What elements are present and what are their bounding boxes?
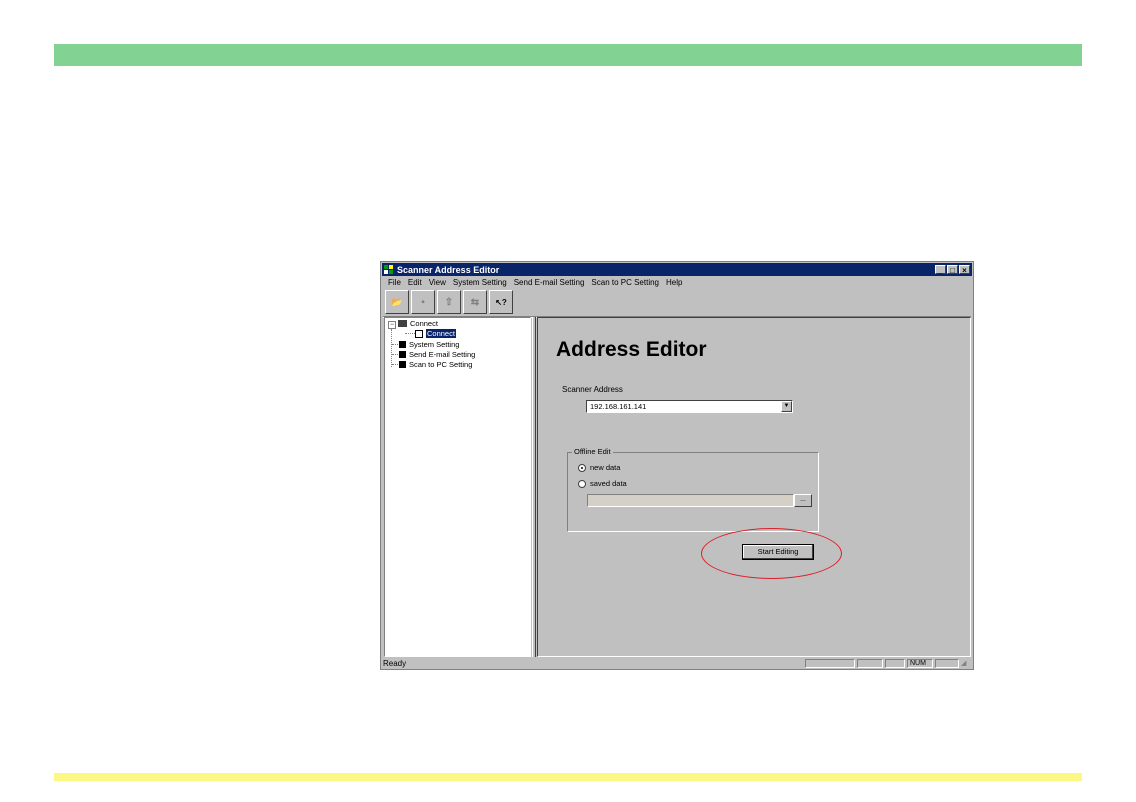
app-window: Scanner Address Editor _ □ × File Edit V… [380, 261, 974, 670]
book-icon [399, 341, 406, 348]
menu-bar: File Edit View System Setting Send E-mai… [383, 277, 971, 288]
toolbar: 📂 ▪ ⇧ ⇆ ↖? [385, 290, 513, 314]
tree-line [391, 329, 392, 367]
minimize-button[interactable]: _ [935, 265, 946, 275]
status-panel [805, 658, 855, 668]
menu-edit[interactable]: Edit [408, 278, 422, 287]
tree-line [392, 344, 398, 345]
tree-item-connect-root[interactable]: Connect [398, 319, 438, 328]
browse-button[interactable]: ... [794, 494, 812, 507]
resize-grip-icon[interactable]: ◢ [961, 659, 971, 667]
status-bar: Ready NUM ◢ [383, 658, 971, 668]
radio-unselected-icon [578, 479, 586, 488]
tree-item-scan-to-pc-setting[interactable]: Scan to PC Setting [399, 360, 472, 369]
main-pane: Address Editor Scanner Address 192.168.1… [537, 317, 971, 657]
title-bar[interactable]: Scanner Address Editor _ □ × [382, 263, 972, 276]
tree-view[interactable]: − Connect Connect System Setting Send E-… [384, 317, 531, 657]
radio-saved-data[interactable]: saved data [578, 479, 627, 488]
computer-icon [398, 320, 407, 327]
bottom-yellow-band [54, 773, 1082, 781]
help-button[interactable]: ↖? [489, 290, 513, 314]
scanner-address-value: 192.168.161.141 [590, 402, 647, 411]
open-folder-icon: 📂 [391, 296, 403, 307]
status-panel [857, 658, 883, 668]
tree-item-connect-child[interactable]: Connect [415, 329, 456, 338]
tree-line [392, 354, 398, 355]
transfer-icon: ⇆ [470, 296, 480, 308]
save-button[interactable]: ▪ [411, 290, 435, 314]
open-button[interactable]: 📂 [385, 290, 409, 314]
scanner-address-label: Scanner Address [562, 385, 623, 394]
close-button[interactable]: × [959, 265, 970, 275]
pane-splitter[interactable] [532, 317, 536, 657]
menu-system-setting[interactable]: System Setting [453, 278, 507, 287]
status-panel [935, 658, 959, 668]
book-icon [399, 351, 406, 358]
offline-edit-title: Offline Edit [572, 447, 613, 456]
status-message: Ready [383, 658, 407, 668]
saved-data-path-input[interactable] [587, 494, 794, 507]
radio-selected-icon [578, 463, 586, 472]
app-icon [384, 264, 394, 275]
edit-document-icon [415, 329, 423, 338]
tree-line [405, 333, 415, 334]
maximize-button[interactable]: □ [947, 265, 958, 275]
highlight-ellipse [701, 528, 842, 579]
status-panel [885, 658, 905, 668]
num-lock-indicator: NUM [907, 658, 933, 668]
menu-view[interactable]: View [429, 278, 446, 287]
scanner-address-combobox[interactable]: 192.168.161.141 ▼ [586, 400, 793, 413]
collapse-toggle-icon[interactable]: − [388, 321, 396, 329]
tree-line [392, 364, 398, 365]
window-title: Scanner Address Editor [397, 264, 500, 275]
help-pointer-icon: ↖? [495, 297, 507, 307]
menu-file[interactable]: File [388, 278, 401, 287]
transfer-button[interactable]: ⇆ [463, 290, 487, 314]
save-icon: ▪ [421, 296, 425, 308]
dropdown-arrow-icon[interactable]: ▼ [781, 401, 792, 412]
menu-send-email-setting[interactable]: Send E-mail Setting [514, 278, 585, 287]
book-icon [399, 361, 406, 368]
tree-item-system-setting[interactable]: System Setting [399, 340, 459, 349]
tree-item-send-email-setting[interactable]: Send E-mail Setting [399, 350, 475, 359]
page-title: Address Editor [556, 338, 707, 361]
upload-button[interactable]: ⇧ [437, 290, 461, 314]
upload-icon: ⇧ [444, 296, 454, 308]
menu-help[interactable]: Help [666, 278, 682, 287]
menu-scan-to-pc-setting[interactable]: Scan to PC Setting [591, 278, 659, 287]
offline-edit-group: Offline Edit new data saved data ... [567, 447, 819, 532]
top-green-band [54, 44, 1082, 66]
radio-new-data[interactable]: new data [578, 463, 620, 472]
